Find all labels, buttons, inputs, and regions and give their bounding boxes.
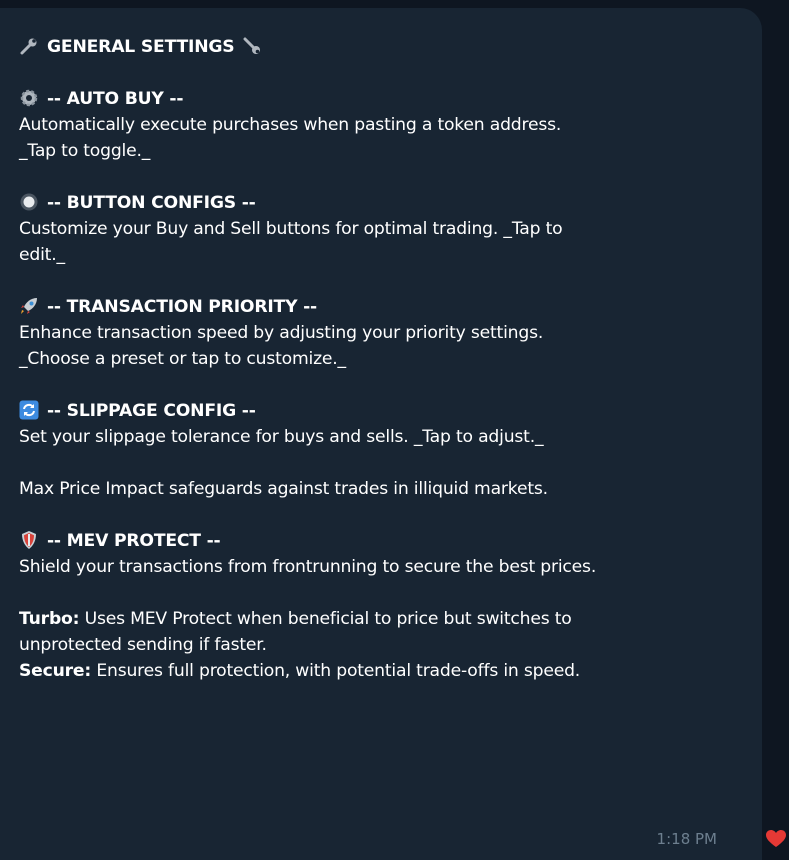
section-heading-slippage-config: -- SLIPPAGE CONFIG --	[19, 398, 754, 424]
section-heading-mev-protect: -- MEV PROTECT --	[19, 528, 754, 554]
rocket-icon	[19, 296, 39, 316]
section-text: edit._	[19, 245, 65, 265]
section-heading-transaction-priority: -- TRANSACTION PRIORITY --	[19, 294, 754, 320]
heart-icon[interactable]	[765, 828, 787, 850]
section-text: Shield your transactions from frontrunni…	[19, 557, 597, 577]
refresh-arrows-icon	[19, 400, 39, 420]
title-line: GENERAL SETTINGS	[19, 34, 754, 60]
page-title: GENERAL SETTINGS	[47, 37, 235, 57]
section-heading-button-configs: -- BUTTON CONFIGS --	[19, 190, 754, 216]
radio-button-icon	[19, 192, 39, 212]
section-heading-auto-buy: -- AUTO BUY --	[19, 86, 754, 112]
turbo-label: Turbo:	[19, 609, 80, 629]
section-text: Customize your Buy and Sell buttons for …	[19, 219, 563, 239]
message-bubble[interactable]: GENERAL SETTINGS -- AUTO BUY -- Automati…	[0, 8, 762, 860]
section-text: _Tap to toggle._	[19, 141, 151, 161]
section-text: Enhance transaction speed by adjusting y…	[19, 323, 544, 343]
gear-icon	[19, 88, 39, 108]
section-text: Max Price Impact safeguards against trad…	[19, 479, 548, 499]
section-text: Automatically execute purchases when pas…	[19, 115, 562, 135]
secure-line: Secure: Ensures full protection, with po…	[19, 661, 581, 681]
section-text: Set your slippage tolerance for buys and…	[19, 427, 544, 447]
turbo-line: Turbo: Uses MEV Protect when beneficial …	[19, 609, 572, 629]
wrench-icon	[242, 36, 262, 56]
message-timestamp: 1:18 PM	[656, 830, 717, 848]
wrench-icon	[19, 36, 39, 56]
turbo-line-continued: unprotected sending if faster.	[19, 635, 267, 655]
shield-icon	[19, 530, 39, 550]
secure-label: Secure:	[19, 661, 92, 681]
section-text: _Choose a preset or tap to customize._	[19, 349, 346, 369]
message-text: GENERAL SETTINGS -- AUTO BUY -- Automati…	[19, 34, 754, 684]
